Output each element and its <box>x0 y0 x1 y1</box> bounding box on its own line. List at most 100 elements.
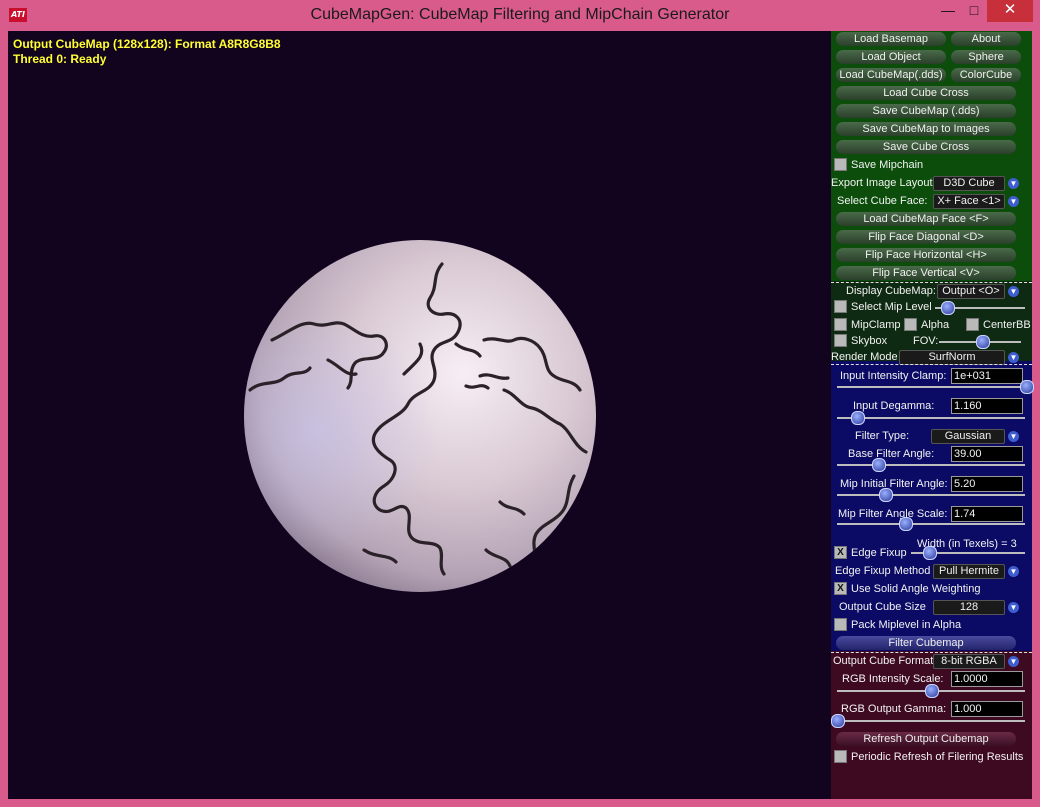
filter-cubemap-button[interactable]: Filter Cubemap <box>836 636 1016 650</box>
chevron-down-icon[interactable]: ▼ <box>1008 352 1019 363</box>
mip-level-slider-thumb[interactable] <box>941 301 955 315</box>
save-cubemap-images-button[interactable]: Save CubeMap to Images <box>836 122 1016 136</box>
render-mode-label: Render Mode <box>831 351 898 363</box>
load-cubemap-dds-button[interactable]: Load CubeMap(.dds) <box>836 68 946 82</box>
input-degamma-label: Input Degamma: <box>853 400 935 412</box>
base-filter-angle-slider-thumb[interactable] <box>872 458 886 472</box>
rgb-gamma-slider-track[interactable] <box>837 720 1025 722</box>
chevron-down-icon[interactable]: ▼ <box>1008 566 1019 577</box>
mip-angle-scale-slider-thumb[interactable] <box>899 517 913 531</box>
save-mipchain-checkbox[interactable] <box>834 158 847 171</box>
edge-fixup-label: Edge Fixup <box>851 547 907 559</box>
filter-type-combo[interactable]: Gaussian <box>931 429 1005 444</box>
refresh-output-cubemap-button[interactable]: Refresh Output Cubemap <box>836 732 1016 746</box>
chevron-down-icon[interactable]: ▼ <box>1008 602 1019 613</box>
status-output-format: Output CubeMap (128x128): Format A8R8G8B… <box>13 37 281 51</box>
display-cubemap-label: Display CubeMap: <box>846 285 936 297</box>
alpha-label: Alpha <box>921 319 950 331</box>
mip-initial-angle-slider-thumb[interactable] <box>879 488 893 502</box>
save-cube-cross-button[interactable]: Save Cube Cross <box>836 140 1016 154</box>
pack-miplevel-checkbox[interactable] <box>834 618 847 631</box>
output-cube-size-label: Output Cube Size <box>839 601 926 613</box>
load-basemap-button[interactable]: Load Basemap <box>836 32 946 46</box>
mip-filter-angle-scale-field[interactable]: 1.74 <box>951 506 1023 522</box>
chevron-down-icon[interactable]: ▼ <box>1008 656 1019 667</box>
mipclamp-checkbox[interactable] <box>834 318 847 331</box>
close-button[interactable]: ✕ <box>987 0 1033 22</box>
select-mip-level-label: Select Mip Level <box>851 301 932 313</box>
rgb-output-gamma-field[interactable]: 1.000 <box>951 701 1023 717</box>
control-panel: Load Basemap About Load Object Sphere Lo… <box>831 31 1034 799</box>
sphere-preview[interactable] <box>244 240 596 592</box>
base-filter-angle-field[interactable]: 39.00 <box>951 446 1023 462</box>
skybox-label: Skybox <box>851 335 888 347</box>
mip-initial-angle-slider-track[interactable] <box>837 494 1025 496</box>
load-object-button[interactable]: Load Object <box>836 50 946 64</box>
solid-angle-weighting-checkbox[interactable]: X <box>834 582 847 595</box>
colorcube-button[interactable]: ColorCube <box>951 68 1021 82</box>
flip-face-vertical-button[interactable]: Flip Face Vertical <V> <box>836 266 1016 280</box>
load-cube-cross-button[interactable]: Load Cube Cross <box>836 86 1016 100</box>
mip-angle-scale-slider-track[interactable] <box>837 523 1025 525</box>
edge-fixup-width-slider-thumb[interactable] <box>923 546 937 560</box>
chevron-down-icon[interactable]: ▼ <box>1008 286 1019 297</box>
section-divider <box>831 652 1032 653</box>
chevron-down-icon[interactable]: ▼ <box>1008 178 1019 189</box>
solid-angle-weighting-label: Use Solid Angle Weighting <box>851 583 981 595</box>
skybox-checkbox[interactable] <box>834 334 847 347</box>
input-degamma-field[interactable]: 1.160 <box>951 398 1023 414</box>
save-mipchain-label: Save Mipchain <box>851 159 924 171</box>
input-intensity-clamp-field[interactable]: 1e+031 <box>951 368 1023 384</box>
intensity-clamp-slider-thumb[interactable] <box>1020 380 1034 394</box>
fov-label: FOV: <box>913 335 939 347</box>
select-mip-level-checkbox[interactable] <box>834 300 847 313</box>
sphere-button[interactable]: Sphere <box>951 50 1021 64</box>
edge-fixup-method-label: Edge Fixup Method <box>835 565 931 577</box>
periodic-refresh-checkbox[interactable] <box>834 750 847 763</box>
select-cube-face-label: Select Cube Face: <box>837 195 928 207</box>
status-thread: Thread 0: Ready <box>13 52 107 66</box>
select-cube-face-combo[interactable]: X+ Face <1> <box>933 194 1005 209</box>
edge-fixup-checkbox[interactable]: X <box>834 546 847 559</box>
render-viewport[interactable]: Output CubeMap (128x128): Format A8R8G8B… <box>8 31 831 799</box>
render-mode-combo[interactable]: SurfNorm <box>899 350 1005 365</box>
rgb-intensity-scale-field[interactable]: 1.0000 <box>951 671 1023 687</box>
flip-face-diagonal-button[interactable]: Flip Face Diagonal <D> <box>836 230 1016 244</box>
centerbb-label: CenterBB <box>983 319 1031 331</box>
output-cube-format-label: Output Cube Format <box>833 655 934 667</box>
filter-type-label: Filter Type: <box>855 430 910 442</box>
output-cube-format-combo[interactable]: 8-bit RGBA <box>933 654 1005 669</box>
save-cubemap-dds-button[interactable]: Save CubeMap (.dds) <box>836 104 1016 118</box>
centerbb-checkbox[interactable] <box>966 318 979 331</box>
export-image-layout-combo[interactable]: D3D Cube <box>933 176 1005 191</box>
about-button[interactable]: About <box>951 32 1021 46</box>
flip-face-horizontal-button[interactable]: Flip Face Horizontal <H> <box>836 248 1016 262</box>
mip-initial-filter-angle-field[interactable]: 5.20 <box>951 476 1023 492</box>
title-bar: ATI CubeMapGen: CubeMap Filtering and Mi… <box>0 0 1040 31</box>
rgb-gamma-slider-thumb[interactable] <box>831 714 845 728</box>
fov-slider-thumb[interactable] <box>976 335 990 349</box>
output-cube-size-combo[interactable]: 128 <box>933 600 1005 615</box>
input-intensity-clamp-label: Input Intensity Clamp: <box>840 370 947 382</box>
section-divider <box>831 282 1032 283</box>
pack-miplevel-label: Pack Miplevel in Alpha <box>851 619 962 631</box>
maximize-button[interactable]: □ <box>961 0 987 22</box>
rgb-output-gamma-label: RGB Output Gamma: <box>841 703 947 715</box>
chevron-down-icon[interactable]: ▼ <box>1008 431 1019 442</box>
base-filter-angle-slider-track[interactable] <box>837 464 1025 466</box>
export-image-layout-label: Export Image Layout: <box>831 177 936 189</box>
display-cubemap-combo[interactable]: Output <O> <box>937 284 1005 299</box>
degamma-slider-track[interactable] <box>837 417 1025 419</box>
rgb-intensity-slider-thumb[interactable] <box>925 684 939 698</box>
load-cubemap-face-button[interactable]: Load CubeMap Face <F> <box>836 212 1016 226</box>
mip-initial-filter-angle-label: Mip Initial Filter Angle: <box>840 478 948 490</box>
chevron-down-icon[interactable]: ▼ <box>1008 196 1019 207</box>
minimize-button[interactable]: — <box>935 0 961 22</box>
base-filter-angle-label: Base Filter Angle: <box>848 448 935 460</box>
degamma-slider-thumb[interactable] <box>851 411 865 425</box>
periodic-refresh-label: Periodic Refresh of Filering Results <box>851 751 1024 763</box>
edge-fixup-method-combo[interactable]: Pull Hermite <box>933 564 1005 579</box>
intensity-clamp-slider-track[interactable] <box>837 386 1025 388</box>
section-divider <box>831 364 1032 365</box>
alpha-checkbox[interactable] <box>904 318 917 331</box>
